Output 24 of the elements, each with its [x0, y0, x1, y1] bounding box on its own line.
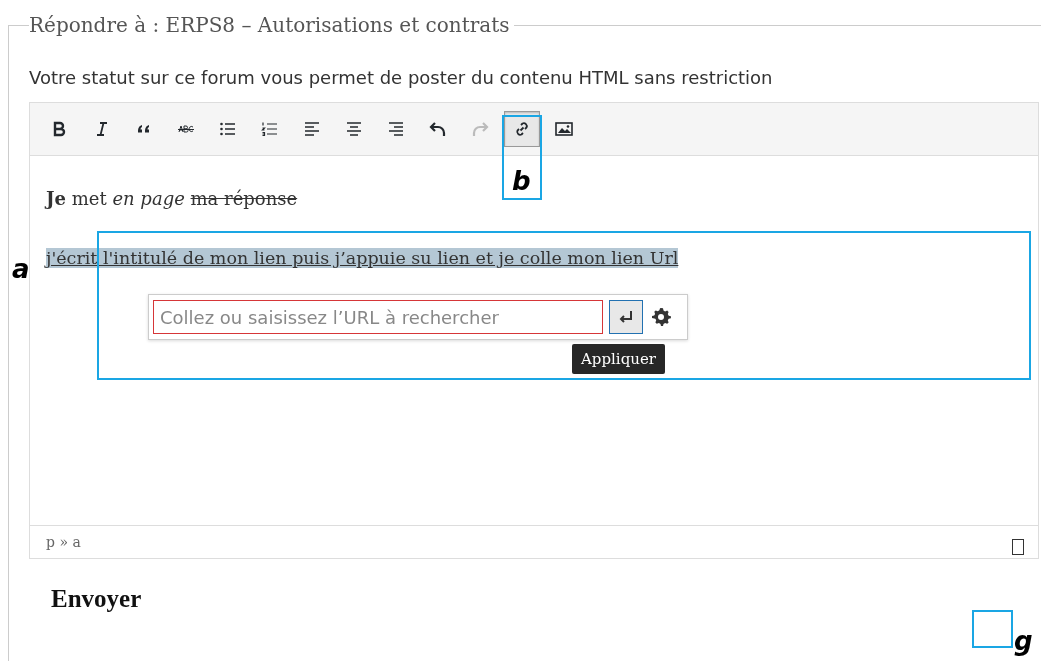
permission-notice: Votre statut sur ce forum vous permet de poster du contenu HTML sans restriction [29, 67, 774, 88]
align-right-icon [387, 120, 405, 138]
align-center-icon [345, 120, 363, 138]
link-icon [513, 120, 531, 138]
numbered-list-icon [261, 120, 279, 138]
bullet-list-icon [219, 120, 237, 138]
annotation-label: g [1014, 628, 1033, 654]
align-left-icon [303, 120, 321, 138]
resize-handle[interactable] [1012, 539, 1024, 555]
link-text[interactable]: j'écrit l'intitulé de mon lien puis j’appuie su lien et je colle mon lien Url [46, 248, 679, 268]
annotation-label: b [512, 168, 531, 194]
formatted-paragraph: Je met en page ma réponse [46, 188, 299, 209]
undo-icon [429, 120, 447, 138]
element-path: p » a [46, 534, 81, 550]
annotation-frame [972, 610, 1013, 648]
image-icon [555, 120, 573, 138]
annotation-label: a [12, 256, 30, 282]
submit-button[interactable]: Envoyer [51, 585, 142, 613]
apply-button[interactable] [609, 300, 643, 334]
url-field[interactable]: Collez ou saisissez l’URL à rechercher [153, 300, 603, 334]
link-button[interactable] [504, 111, 540, 147]
settings-icon[interactable] [649, 305, 673, 329]
tooltip: Appliquer [572, 344, 665, 374]
redo-icon [471, 120, 489, 138]
